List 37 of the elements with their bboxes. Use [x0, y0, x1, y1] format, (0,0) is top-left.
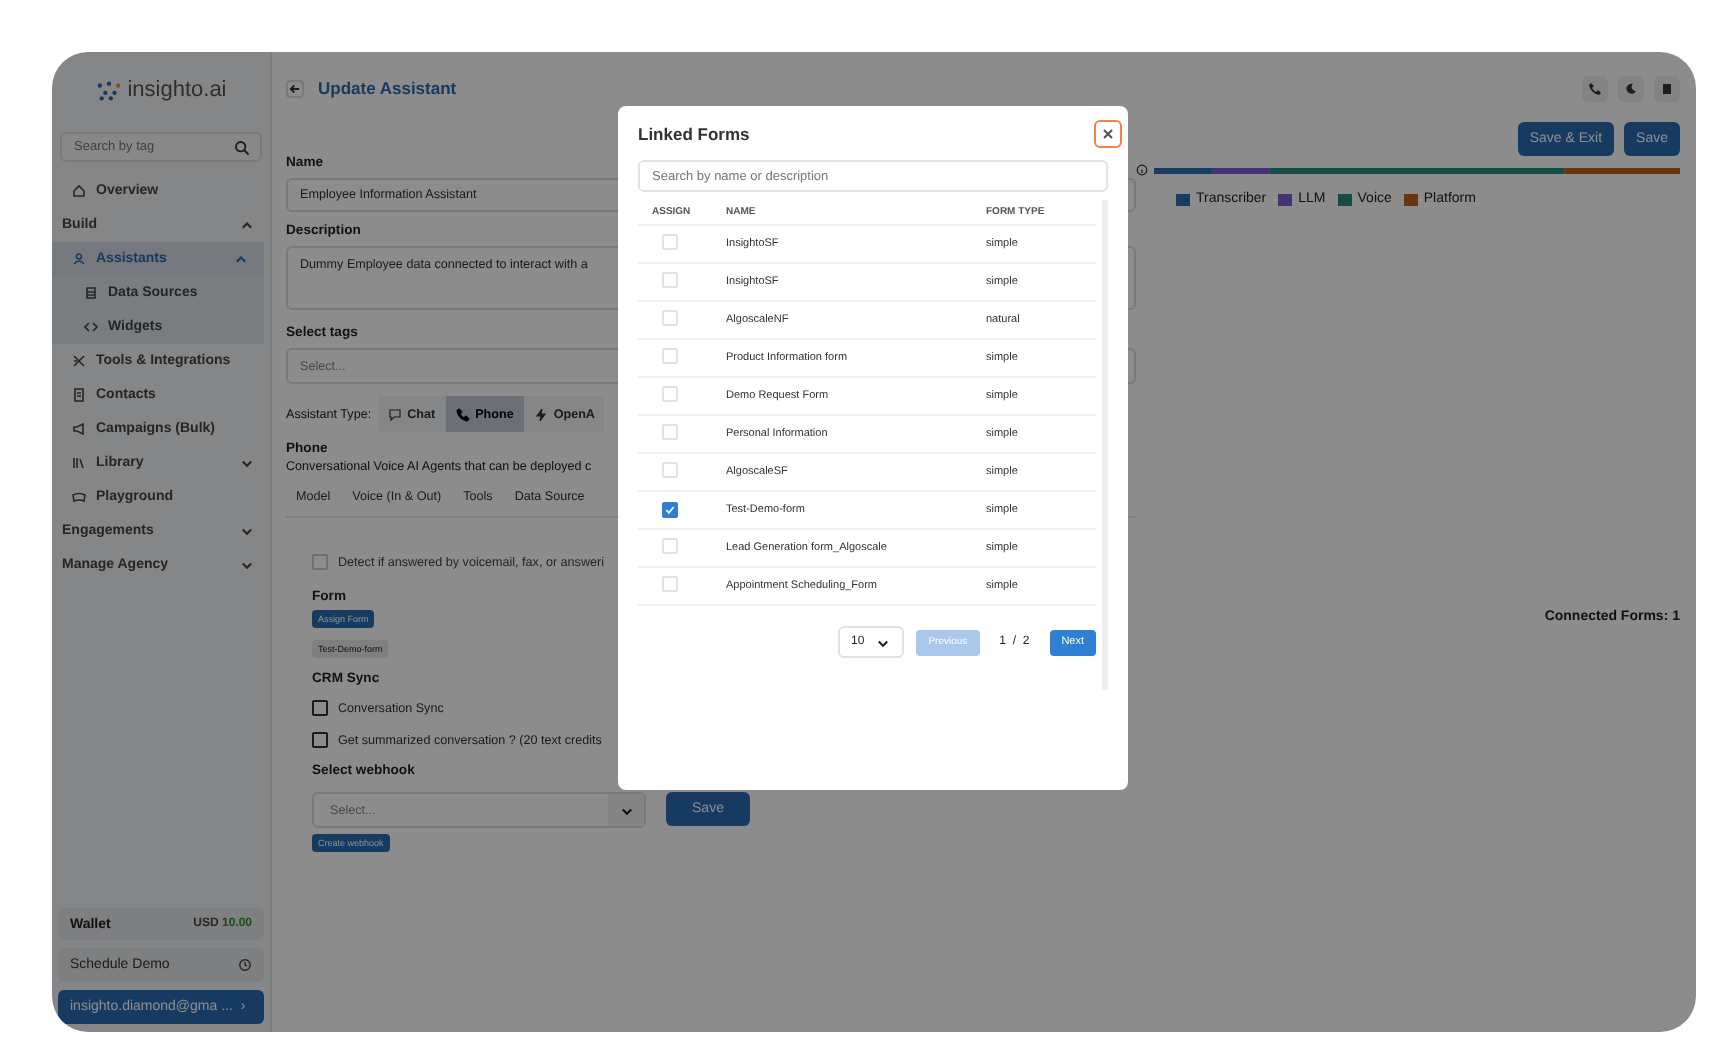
bolt-icon [533, 407, 548, 421]
close-icon [1100, 125, 1116, 141]
search-icon [234, 139, 250, 155]
chevron-down-icon [876, 635, 891, 649]
chevron-down-icon [240, 524, 254, 538]
logo-text: insighto.ai [127, 78, 227, 102]
page-title: Update Assistant [318, 78, 457, 98]
back-button[interactable] [286, 79, 304, 97]
chevron-down-icon [240, 456, 254, 470]
clock-icon [238, 958, 252, 972]
phone-button[interactable] [1582, 75, 1608, 101]
chevron-up-icon [240, 218, 254, 232]
person-icon [72, 252, 86, 266]
check-icon [664, 503, 676, 515]
checkbox[interactable] [312, 700, 328, 716]
checkbox[interactable] [662, 501, 678, 517]
chevron-down-icon [240, 558, 254, 572]
megaphone-icon [72, 422, 86, 436]
code-icon [84, 320, 98, 334]
chevron-down-icon [619, 803, 633, 817]
chat-icon [387, 407, 402, 421]
phone-icon [1588, 81, 1602, 95]
contact-icon [72, 388, 86, 402]
theme-button[interactable] [1618, 75, 1644, 101]
docs-button[interactable] [1654, 75, 1680, 101]
chevron-up-icon [234, 252, 248, 266]
moon-icon [1624, 81, 1638, 95]
database-icon [84, 286, 98, 300]
home-icon [72, 184, 86, 198]
info-icon [1136, 164, 1148, 176]
phone-icon [455, 407, 470, 421]
logo-icon [95, 79, 122, 101]
checkbox[interactable] [312, 732, 328, 748]
close-button[interactable] [1094, 119, 1122, 147]
back-arrow-icon [288, 81, 302, 95]
dialog-title: Linked Forms [638, 123, 750, 143]
library-icon [72, 456, 86, 470]
